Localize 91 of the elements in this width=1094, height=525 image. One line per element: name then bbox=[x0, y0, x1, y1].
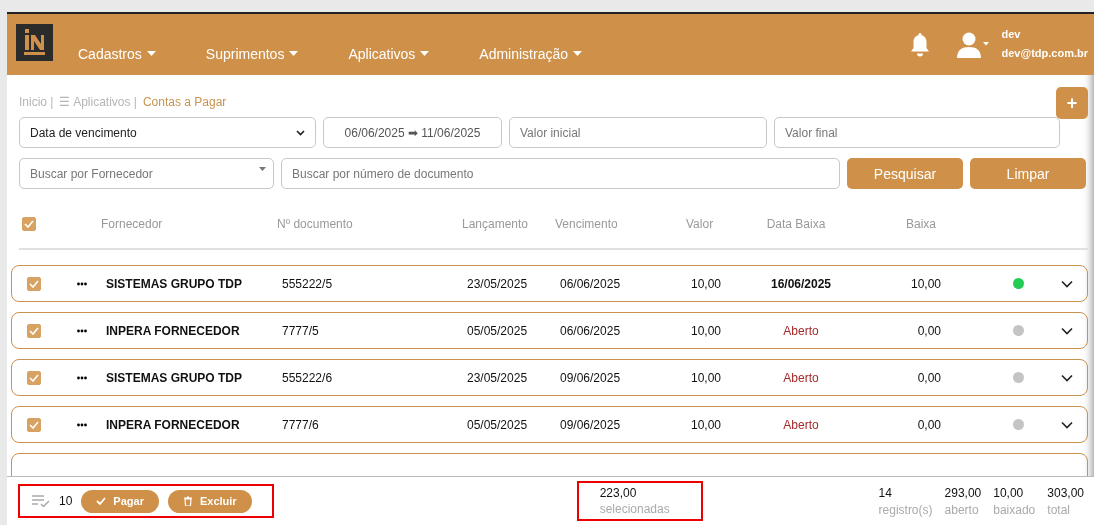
user-icon[interactable] bbox=[957, 31, 990, 58]
document-cell-text: 7777/6 bbox=[282, 417, 320, 432]
date-type-select[interactable]: Data de vencimento bbox=[19, 117, 316, 148]
chevron-down-icon[interactable] bbox=[1061, 326, 1073, 335]
document-cell-text: 7777/5 bbox=[282, 323, 320, 338]
issue-date-cell-text: 05/05/2025 bbox=[467, 323, 529, 338]
status-cell-text: Aberto bbox=[782, 370, 820, 385]
search-button[interactable]: Pesquisar bbox=[847, 158, 963, 189]
column-header: Valor bbox=[686, 217, 715, 231]
status-cell-text: Aberto bbox=[782, 323, 820, 338]
stat-label: aberto bbox=[944, 502, 980, 517]
value-cell-text: 10,00 bbox=[691, 417, 723, 432]
issue-date-cell-text: 23/05/2025 bbox=[467, 276, 529, 291]
breadcrumb-link[interactable]: Contas a Pagar bbox=[142, 95, 227, 109]
supplier-cell-text: SISTEMAS GRUPO TDP bbox=[106, 370, 243, 385]
breadcrumb-link[interactable]: ☰ Aplicativos | bbox=[59, 95, 137, 109]
issue-date-cell-text: 23/05/2025 bbox=[467, 370, 529, 385]
document-search-field[interactable]: Buscar por número de documento bbox=[281, 158, 840, 189]
logo-icon[interactable] bbox=[16, 24, 53, 61]
stat-label: registro(s) bbox=[878, 502, 933, 517]
check-icon bbox=[96, 496, 107, 506]
caret-icon bbox=[259, 167, 266, 171]
stat-value: 14 bbox=[878, 485, 893, 500]
chevron-down-icon[interactable] bbox=[1061, 279, 1073, 288]
nav-menu[interactable]: Aplicativos bbox=[348, 45, 430, 62]
checkbox[interactable] bbox=[22, 217, 36, 231]
supplier-cell-text: INPERA FORNECEDOR bbox=[106, 417, 241, 432]
paid-value-cell-text: 0,00 bbox=[916, 417, 942, 432]
trash-icon bbox=[182, 496, 193, 506]
column-header: Baixa bbox=[904, 217, 937, 231]
checkbox[interactable] bbox=[27, 323, 41, 338]
supplier-select[interactable]: Buscar por Fornecedor bbox=[19, 158, 274, 189]
supplier-cell-text: SISTEMAS GRUPO TDP bbox=[106, 276, 243, 291]
paid-value-cell-text: 10,00 bbox=[909, 276, 942, 291]
nav-menu[interactable]: Cadastros bbox=[78, 45, 156, 62]
min-value-field[interactable]: Valor inicial bbox=[509, 117, 767, 148]
column-header: Vencimento bbox=[555, 217, 619, 231]
issue-date-cell-text: 05/05/2025 bbox=[467, 417, 529, 432]
nav-menu[interactable]: Suprimentos bbox=[205, 45, 299, 62]
due-date-cell-text: 09/06/2025 bbox=[560, 417, 622, 432]
checkbox[interactable] bbox=[27, 370, 41, 385]
user-email: dev@tdp.com.br bbox=[1001, 47, 1088, 59]
column-header: Data Baixa bbox=[765, 217, 827, 231]
value-cell-text: 10,00 bbox=[691, 276, 723, 291]
stat-label: total bbox=[1047, 502, 1071, 517]
status-cell-text: Aberto bbox=[782, 417, 820, 432]
paid-date-cell-text: 16/06/2025 bbox=[769, 276, 833, 291]
more-icon[interactable] bbox=[77, 281, 87, 286]
stat-value: 293,00 bbox=[944, 485, 982, 500]
chevron-down-icon[interactable] bbox=[1061, 420, 1073, 429]
nav-menu[interactable]: Administração bbox=[479, 45, 583, 62]
user-name: dev bbox=[1001, 28, 1022, 40]
list-check-icon bbox=[32, 495, 50, 507]
paid-value-cell-text: 0,00 bbox=[916, 323, 942, 338]
due-date-cell-text: 06/06/2025 bbox=[560, 323, 622, 338]
checkbox[interactable] bbox=[27, 276, 41, 291]
due-date-cell-text: 09/06/2025 bbox=[560, 370, 622, 385]
caret-icon bbox=[146, 51, 156, 56]
more-icon[interactable] bbox=[77, 375, 87, 380]
breadcrumb-link[interactable]: Inicio | bbox=[19, 95, 54, 109]
caret-icon bbox=[289, 51, 299, 56]
selected-total-label: selecionadas bbox=[599, 502, 670, 516]
document-cell-text: 555222/6 bbox=[282, 370, 334, 385]
checkbox[interactable] bbox=[27, 417, 41, 432]
paid-value-cell-text: 0,00 bbox=[916, 370, 942, 385]
value-cell-text: 10,00 bbox=[691, 370, 723, 385]
more-icon[interactable] bbox=[77, 328, 87, 333]
chevron-down-icon[interactable] bbox=[1061, 373, 1073, 382]
document-cell-text: 555222/5 bbox=[282, 276, 334, 291]
pay-button[interactable]: Pagar bbox=[81, 489, 159, 513]
selected-total: 223,00 bbox=[599, 486, 637, 500]
caret-icon bbox=[573, 51, 583, 56]
column-header: Nº documento bbox=[277, 217, 354, 231]
chevron-down-icon bbox=[296, 129, 305, 136]
column-header: Lançamento bbox=[462, 217, 530, 231]
max-value-field[interactable]: Valor final bbox=[774, 117, 1060, 148]
column-header: Fornecedor bbox=[101, 217, 164, 231]
clear-button[interactable]: Limpar bbox=[970, 158, 1086, 189]
add-button[interactable]: + bbox=[1056, 87, 1088, 119]
caret-icon bbox=[420, 51, 430, 56]
supplier-cell-text: INPERA FORNECEDOR bbox=[106, 323, 241, 338]
bell-icon[interactable] bbox=[909, 32, 932, 57]
stat-value: 303,00 bbox=[1047, 485, 1084, 500]
delete-button[interactable]: Excluir bbox=[167, 489, 252, 513]
selected-count: 10 bbox=[59, 494, 73, 508]
more-icon[interactable] bbox=[77, 422, 87, 427]
stat-value: 10,00 bbox=[993, 485, 1025, 500]
due-date-cell-text: 06/06/2025 bbox=[560, 276, 622, 291]
value-cell-text: 10,00 bbox=[691, 323, 723, 338]
stat-label: baixado bbox=[993, 502, 1036, 517]
date-range-field[interactable]: 06/06/2025 ➡ 11/06/2025 bbox=[323, 117, 502, 148]
